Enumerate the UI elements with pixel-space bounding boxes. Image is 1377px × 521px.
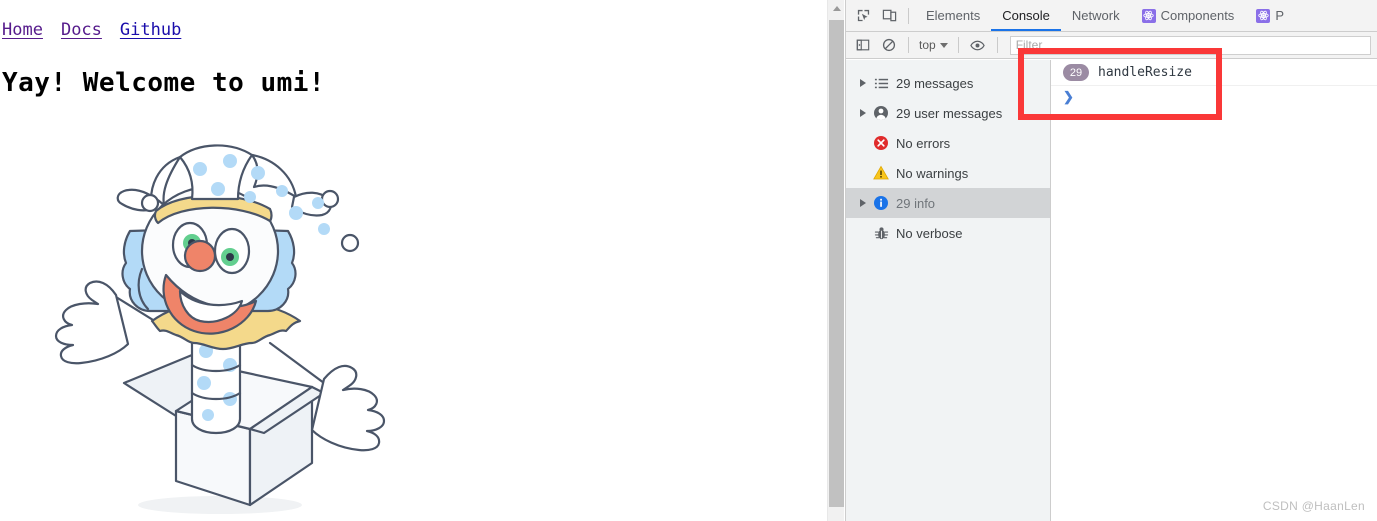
page-nav: Home Docs Github — [2, 20, 181, 40]
sidebar-item-warnings-label: No warnings — [896, 165, 969, 181]
sidebar-item-info-label: 29 info — [896, 195, 936, 211]
chevron-down-icon — [939, 42, 948, 48]
web-page-content: Home Docs Github Yay! Welcome to umi! .l… — [0, 0, 827, 521]
chevron-right-icon[interactable] — [856, 109, 870, 117]
tab-elements[interactable]: Elements — [915, 0, 991, 31]
chevron-right-icon[interactable] — [856, 79, 870, 87]
sidebar-item-messages[interactable]: 29 messages — [846, 68, 1050, 98]
toolbar-divider — [908, 37, 909, 53]
tab-network-label: Network — [1071, 8, 1120, 23]
console-output[interactable]: 29 handleResize ❯ — [1051, 60, 1377, 521]
create-live-expression-icon[interactable] — [965, 32, 991, 58]
sidebar-item-user-messages-label: 29 user messages — [896, 105, 1003, 121]
error-icon — [870, 135, 892, 151]
person-icon — [870, 105, 892, 121]
tab-profiler[interactable]: P — [1245, 0, 1295, 31]
devtools-panel: Elements Console Network Components P to… — [845, 0, 1377, 521]
sidebar-item-user-messages[interactable]: 29 user messages — [846, 98, 1050, 128]
chevron-right-icon[interactable] — [856, 199, 870, 207]
page-vertical-scrollbar[interactable] — [827, 0, 844, 521]
sidebar-item-verbose-label: No verbose — [896, 225, 963, 241]
console-filter-placeholder: Filter — [1015, 38, 1043, 52]
devtools-tabbar: Elements Console Network Components P — [846, 0, 1377, 32]
react-icon — [1256, 8, 1271, 23]
sidebar-item-info[interactable]: 29 info — [846, 188, 1050, 218]
tab-elements-label: Elements — [926, 8, 981, 23]
console-sidebar: 29 messages 29 user messages No errors N… — [846, 60, 1051, 521]
watermark: CSDN @HaanLen — [1262, 499, 1365, 513]
bug-icon — [870, 226, 892, 241]
console-toolbar: top Filter — [846, 32, 1377, 59]
scrollbar-thumb[interactable] — [829, 20, 844, 507]
tab-console[interactable]: Console — [991, 0, 1061, 31]
show-console-sidebar-icon[interactable] — [850, 32, 876, 58]
react-icon — [1141, 8, 1156, 23]
toolbar-divider — [957, 37, 959, 53]
console-filter-input[interactable]: Filter — [1009, 35, 1371, 55]
tab-components[interactable]: Components — [1131, 0, 1246, 31]
console-message-row[interactable]: 29 handleResize — [1051, 60, 1377, 86]
nav-link-home[interactable]: Home — [2, 20, 43, 40]
tab-profiler-label: P — [1275, 8, 1284, 23]
execution-context-selector[interactable]: top — [915, 38, 952, 52]
sidebar-item-verbose[interactable]: No verbose — [846, 218, 1050, 248]
execution-context-label: top — [919, 38, 936, 52]
clown-illustration: .ln { fill:none; stroke:#4a5568; stroke-… — [54, 144, 386, 514]
sidebar-item-warnings[interactable]: No warnings — [846, 158, 1050, 188]
message-repeat-count-badge: 29 — [1063, 64, 1089, 81]
device-toolbar-icon[interactable] — [876, 3, 902, 29]
screenshot-root: Home Docs Github Yay! Welcome to umi! .l… — [0, 0, 1377, 521]
nav-link-github[interactable]: Github — [120, 20, 181, 40]
console-prompt[interactable]: ❯ — [1051, 86, 1377, 108]
console-body: 29 messages 29 user messages No errors N… — [846, 60, 1377, 521]
inspect-element-icon[interactable] — [850, 3, 876, 29]
clear-console-icon[interactable] — [876, 32, 902, 58]
console-message-text: handleResize — [1098, 65, 1192, 80]
toolbar-divider — [996, 37, 998, 53]
tab-console-label: Console — [1002, 8, 1050, 23]
warning-icon — [870, 165, 892, 181]
info-icon — [870, 195, 892, 211]
scroll-up-arrow-icon[interactable] — [828, 0, 845, 17]
sidebar-item-errors[interactable]: No errors — [846, 128, 1050, 158]
tab-components-label: Components — [1160, 8, 1235, 23]
sidebar-item-errors-label: No errors — [896, 135, 951, 151]
list-icon — [870, 76, 892, 91]
nav-link-docs[interactable]: Docs — [61, 20, 102, 40]
sidebar-item-messages-label: 29 messages — [896, 75, 974, 91]
prompt-chevron-icon: ❯ — [1063, 89, 1074, 104]
toolbar-divider — [908, 7, 909, 24]
tab-network[interactable]: Network — [1061, 0, 1131, 31]
page-title: Yay! Welcome to umi! — [2, 68, 326, 98]
